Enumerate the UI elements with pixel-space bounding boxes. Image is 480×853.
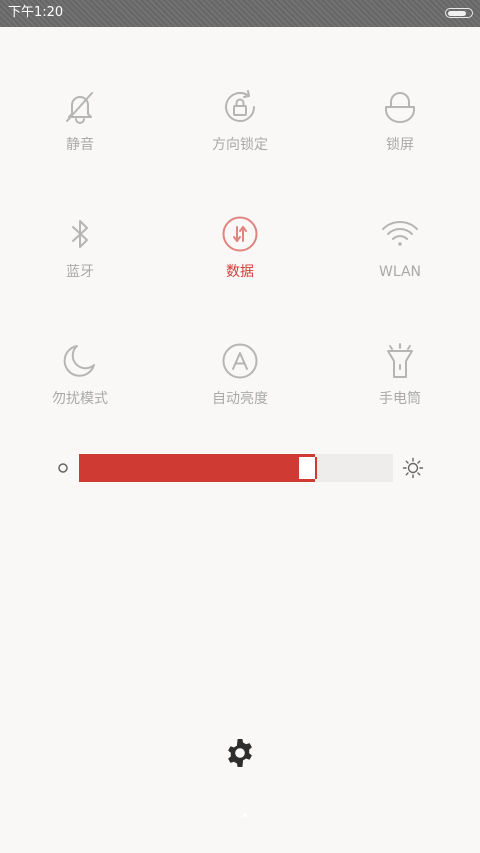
- tile-mobile-data[interactable]: 数据: [160, 215, 320, 305]
- tile-label: 勿扰模式: [52, 391, 108, 407]
- rotation-lock-icon: [221, 88, 259, 126]
- brightness-fill: [79, 454, 315, 482]
- wifi-icon: [381, 215, 419, 253]
- brightness-track[interactable]: [79, 454, 393, 482]
- dim-brightness-icon: [58, 463, 68, 473]
- tile-rotation-lock[interactable]: 方向锁定: [160, 88, 320, 178]
- tile-bluetooth[interactable]: 蓝牙: [0, 215, 160, 305]
- sun-icon: [402, 457, 424, 479]
- brightness-slider[interactable]: [0, 440, 480, 500]
- tile-auto-brightness[interactable]: 自动亮度: [160, 342, 320, 432]
- tile-label: 自动亮度: [212, 391, 268, 407]
- tile-mute[interactable]: 静音: [0, 88, 160, 178]
- tile-label: 锁屏: [386, 137, 414, 153]
- tile-label: 手电筒: [379, 391, 421, 407]
- page-indicator: [243, 813, 247, 817]
- tile-wlan[interactable]: WLAN: [320, 215, 480, 305]
- status-time: 下午1:20: [8, 5, 64, 20]
- status-bar: 下午1:20: [0, 0, 480, 27]
- battery-icon: [445, 8, 473, 18]
- tile-label: 方向锁定: [212, 137, 268, 153]
- bell-off-icon: [61, 88, 99, 126]
- tile-label: 静音: [66, 137, 94, 153]
- tile-label: 蓝牙: [66, 264, 94, 280]
- gear-icon: [228, 739, 252, 767]
- mobile-data-icon: [221, 215, 259, 253]
- brightness-thumb[interactable]: [299, 457, 317, 479]
- tile-label: WLAN: [378, 264, 421, 280]
- tile-flashlight[interactable]: 手电筒: [320, 342, 480, 432]
- lock-icon: [381, 88, 419, 126]
- auto-brightness-icon: [221, 342, 259, 380]
- tile-lock-screen[interactable]: 锁屏: [320, 88, 480, 178]
- moon-icon: [61, 342, 99, 380]
- tile-label: 数据: [226, 264, 254, 280]
- flashlight-icon: [381, 342, 419, 380]
- bluetooth-icon: [61, 215, 99, 253]
- settings-button[interactable]: [224, 737, 256, 769]
- tile-do-not-disturb[interactable]: 勿扰模式: [0, 342, 160, 432]
